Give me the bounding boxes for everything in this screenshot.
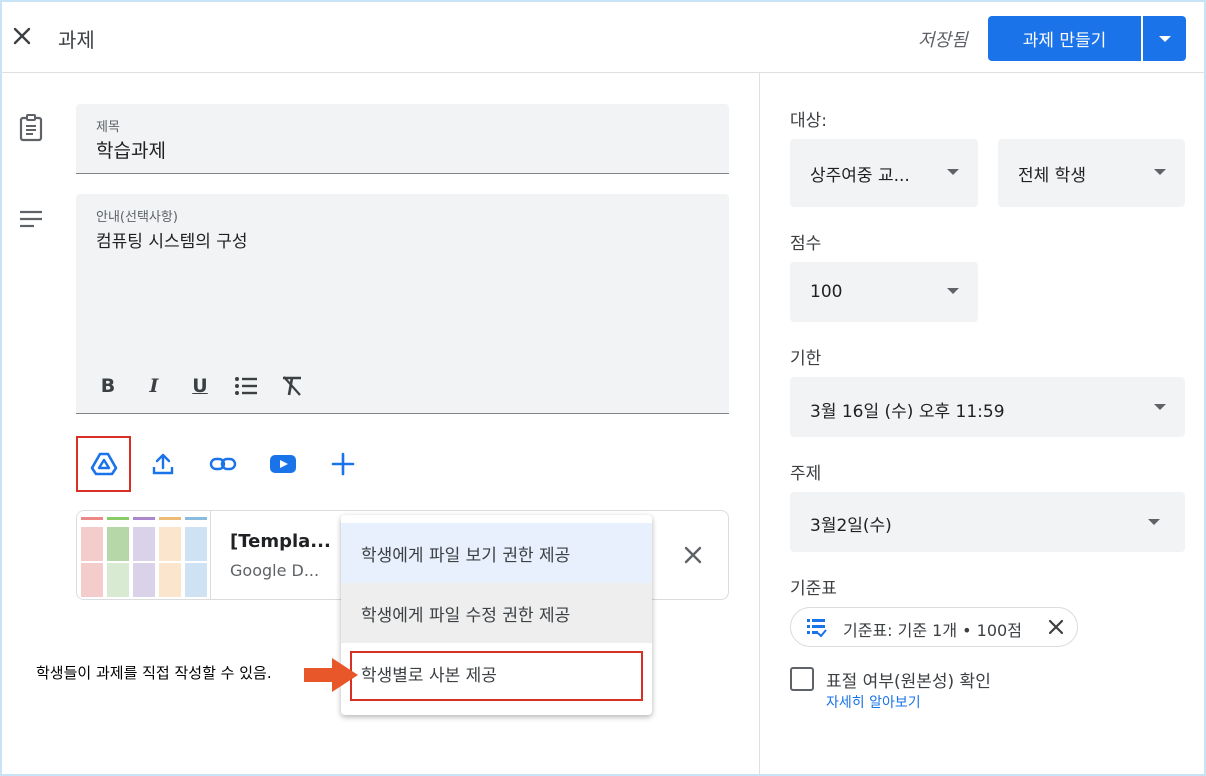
description-field[interactable]: 안내(선택사항) 컴퓨팅 시스템의 구성 B I U xyxy=(76,194,729,414)
menu-item-can-edit[interactable]: 학생에게 파일 수정 권한 제공 xyxy=(341,583,652,643)
file-name: [Templa... xyxy=(230,531,331,552)
students-value: 전체 학생 xyxy=(1018,166,1086,186)
remove-attachment-icon[interactable] xyxy=(679,541,707,569)
points-select[interactable]: 100 xyxy=(790,262,978,322)
for-label: 대상: xyxy=(790,111,828,131)
bulleted-list-icon[interactable] xyxy=(232,372,260,400)
class-value: 상주여중 교... xyxy=(810,166,910,186)
rubric-label: 기준표 xyxy=(790,579,837,599)
description-input[interactable]: 컴퓨팅 시스템의 구성 xyxy=(96,227,248,252)
topic-select[interactable]: 3월2일(수) xyxy=(790,492,1185,552)
plus-icon xyxy=(331,452,355,476)
caret-down-icon xyxy=(1154,404,1166,410)
clear-format-icon[interactable] xyxy=(278,372,306,400)
students-select[interactable]: 전체 학생 xyxy=(998,139,1185,207)
page-title: 과제 xyxy=(58,28,95,52)
due-label: 기한 xyxy=(790,349,822,369)
rubric-chip[interactable]: 기준표: 기준 1개 • 100점 xyxy=(790,607,1078,647)
upload-button[interactable] xyxy=(135,436,191,492)
caret-down-icon xyxy=(1158,35,1171,42)
google-drive-icon xyxy=(90,452,117,476)
rubric-icon xyxy=(805,616,827,642)
title-input[interactable]: 학습과제 xyxy=(96,136,166,163)
share-permission-menu: 학생에게 파일 보기 권한 제공 학생에게 파일 수정 권한 제공 학생별로 사… xyxy=(341,515,652,715)
remove-rubric-icon[interactable] xyxy=(1047,618,1065,640)
attach-toolbar xyxy=(76,436,375,492)
title-field[interactable]: 제목 학습과제 xyxy=(76,104,729,174)
file-type: Google D... xyxy=(230,561,320,580)
menu-item-view-only[interactable]: 학생에게 파일 보기 권한 제공 xyxy=(341,523,652,583)
format-toolbar: B I U xyxy=(94,372,306,400)
rubric-chip-label: 기준표: 기준 1개 • 100점 xyxy=(843,621,1022,640)
link-button[interactable] xyxy=(195,436,251,492)
header: 과제 저장됨 과제 만들기 xyxy=(2,2,1204,73)
class-select[interactable]: 상주여중 교... xyxy=(790,139,978,207)
due-select[interactable]: 3월 16일 (수) 오후 11:59 xyxy=(790,377,1185,437)
topic-value: 3월2일(수) xyxy=(810,516,892,536)
caret-down-icon xyxy=(1148,519,1160,525)
annotation-arrow-icon xyxy=(302,656,360,698)
caret-down-icon xyxy=(947,288,959,294)
saved-status: 저장됨 xyxy=(918,30,968,51)
create-new-button[interactable] xyxy=(315,436,371,492)
title-label: 제목 xyxy=(96,120,120,135)
close-icon[interactable] xyxy=(8,22,36,50)
description-label: 안내(선택사항) xyxy=(96,210,178,225)
caret-down-icon xyxy=(1154,169,1166,175)
youtube-button[interactable] xyxy=(255,436,311,492)
bold-button[interactable]: B xyxy=(94,372,122,400)
highlight-box xyxy=(350,651,643,701)
annotation-note: 학생들이 과제를 직접 작성할 수 있음. xyxy=(36,664,272,682)
assignment-icon xyxy=(18,114,44,146)
underline-button[interactable]: U xyxy=(186,372,214,400)
upload-icon xyxy=(152,453,174,475)
originality-label: 표절 여부(원본성) 확인 xyxy=(826,672,991,692)
link-icon xyxy=(209,457,237,471)
due-value: 3월 16일 (수) 오후 11:59 xyxy=(810,402,1005,422)
points-label: 점수 xyxy=(790,234,822,254)
create-options-dropdown[interactable] xyxy=(1143,16,1186,61)
panel-divider xyxy=(759,73,760,774)
description-icon xyxy=(18,208,44,234)
points-value: 100 xyxy=(810,282,843,302)
topic-label: 주제 xyxy=(790,464,822,484)
learn-more-link[interactable]: 자세히 알아보기 xyxy=(826,692,921,712)
caret-down-icon xyxy=(947,169,959,175)
file-thumbnail xyxy=(77,511,211,599)
italic-button[interactable]: I xyxy=(140,372,168,400)
google-drive-button[interactable] xyxy=(76,436,131,492)
youtube-icon xyxy=(270,455,296,473)
originality-checkbox[interactable] xyxy=(790,667,814,691)
create-assignment-button[interactable]: 과제 만들기 xyxy=(988,16,1141,61)
